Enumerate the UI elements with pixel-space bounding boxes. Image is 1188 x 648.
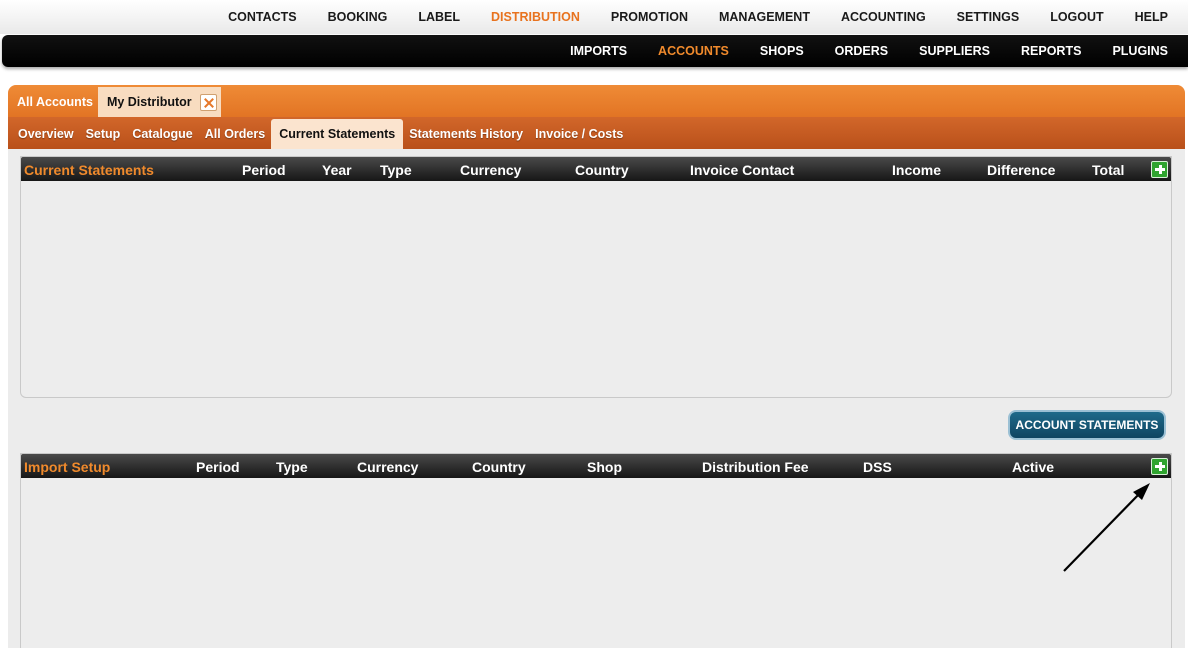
record-tab-bar: All Accounts My Distributor [8, 85, 1185, 117]
tab-all-accounts[interactable]: All Accounts [12, 87, 98, 117]
column-header[interactable]: Invoice Contact [690, 162, 794, 178]
sub-nav: IMPORTS ACCOUNTS SHOPS ORDERS SUPPLIERS … [2, 35, 1188, 67]
top-nav: CONTACTS BOOKING LABEL DISTRIBUTION PROM… [0, 0, 1188, 34]
tab-overview[interactable]: Overview [12, 119, 80, 149]
tab-catalogue[interactable]: Catalogue [126, 119, 198, 149]
add-icon[interactable] [1151, 458, 1168, 475]
sub-nav-suppliers[interactable]: SUPPLIERS [919, 44, 990, 58]
account-panel: All Accounts My Distributor Overview Set… [8, 85, 1185, 648]
import-setup-grid: Import Setup Period Type Currency Countr… [20, 453, 1172, 648]
top-nav-logout[interactable]: LOGOUT [1050, 10, 1103, 24]
sub-nav-imports[interactable]: IMPORTS [570, 44, 627, 58]
top-nav-help[interactable]: HELP [1135, 10, 1168, 24]
tab-my-distributor[interactable]: My Distributor [97, 87, 221, 117]
sub-nav-reports[interactable]: REPORTS [1021, 44, 1081, 58]
column-header[interactable]: Shop [587, 459, 622, 475]
top-nav-accounting[interactable]: ACCOUNTING [841, 10, 926, 24]
column-header[interactable]: Income [892, 162, 941, 178]
tab-statements-history[interactable]: Statements History [403, 119, 529, 149]
tab-setup[interactable]: Setup [80, 119, 127, 149]
grid-title: Import Setup [24, 459, 111, 475]
tab-invoice-costs[interactable]: Invoice / Costs [529, 119, 629, 149]
tab-all-orders[interactable]: All Orders [199, 119, 271, 149]
column-header[interactable]: Active [1012, 459, 1054, 475]
annotation-arrow-icon [1063, 483, 1150, 572]
tab-my-distributor-label: My Distributor [106, 95, 192, 109]
top-nav-label[interactable]: LABEL [418, 10, 460, 24]
top-nav-distribution[interactable]: DISTRIBUTION [491, 10, 580, 24]
grid-title: Current Statements [24, 162, 154, 178]
column-header[interactable]: Type [276, 459, 308, 475]
column-header[interactable]: Distribution Fee [702, 459, 809, 475]
column-header[interactable]: DSS [863, 459, 892, 475]
column-header[interactable]: Country [472, 459, 526, 475]
top-nav-management[interactable]: MANAGEMENT [719, 10, 810, 24]
sub-nav-shops[interactable]: SHOPS [760, 44, 804, 58]
section-tab-bar: Overview Setup Catalogue All Orders Curr… [8, 117, 1185, 149]
column-header[interactable]: Currency [357, 459, 418, 475]
tab-current-statements[interactable]: Current Statements [271, 119, 404, 149]
top-nav-settings[interactable]: SETTINGS [957, 10, 1020, 24]
column-header[interactable]: Difference [987, 162, 1055, 178]
account-statements-button[interactable]: ACCOUNT STATEMENTS [1008, 410, 1166, 440]
top-nav-promotion[interactable]: PROMOTION [611, 10, 688, 24]
current-statements-grid: Current Statements Period Year Type Curr… [20, 156, 1172, 398]
column-header[interactable]: Currency [460, 162, 521, 178]
current-statements-header: Current Statements Period Year Type Curr… [21, 157, 1171, 181]
import-setup-header: Import Setup Period Type Currency Countr… [21, 454, 1171, 478]
top-nav-contacts[interactable]: CONTACTS [228, 10, 297, 24]
top-nav-booking[interactable]: BOOKING [328, 10, 388, 24]
column-header[interactable]: Total [1092, 162, 1124, 178]
column-header[interactable]: Type [380, 162, 412, 178]
add-icon[interactable] [1151, 161, 1168, 178]
sub-nav-accounts[interactable]: ACCOUNTS [658, 44, 729, 58]
column-header[interactable]: Year [322, 162, 352, 178]
column-header[interactable]: Period [242, 162, 286, 178]
sub-nav-plugins[interactable]: PLUGINS [1112, 44, 1168, 58]
column-header[interactable]: Period [196, 459, 240, 475]
close-icon[interactable] [199, 93, 217, 111]
column-header[interactable]: Country [575, 162, 629, 178]
sub-nav-orders[interactable]: ORDERS [835, 44, 888, 58]
